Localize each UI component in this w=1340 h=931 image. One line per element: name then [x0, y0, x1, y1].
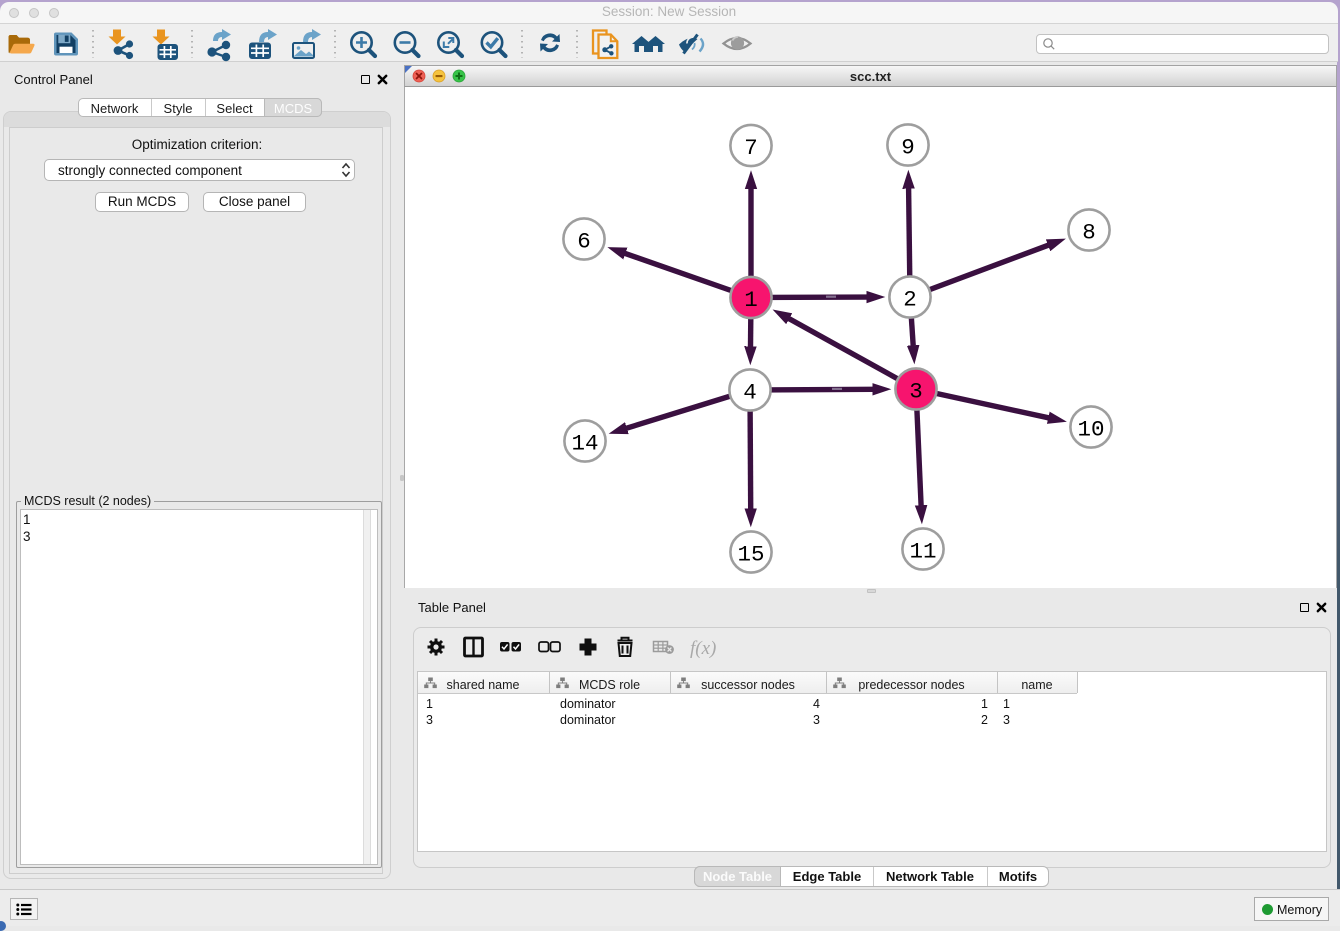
svg-text:15: 15 — [737, 541, 764, 567]
svg-text:8: 8 — [1082, 219, 1096, 245]
svg-text:2: 2 — [903, 286, 917, 312]
svg-text:6: 6 — [577, 228, 591, 254]
svg-text:14: 14 — [571, 430, 598, 456]
svg-text:f(x): f(x) — [690, 638, 716, 659]
svg-text:11: 11 — [909, 538, 936, 564]
svg-text:7: 7 — [744, 135, 758, 161]
svg-text:3: 3 — [909, 378, 923, 404]
svg-text:9: 9 — [901, 134, 915, 160]
svg-text:10: 10 — [1077, 416, 1104, 442]
svg-text:4: 4 — [743, 379, 757, 405]
svg-text:1: 1 — [744, 287, 758, 313]
